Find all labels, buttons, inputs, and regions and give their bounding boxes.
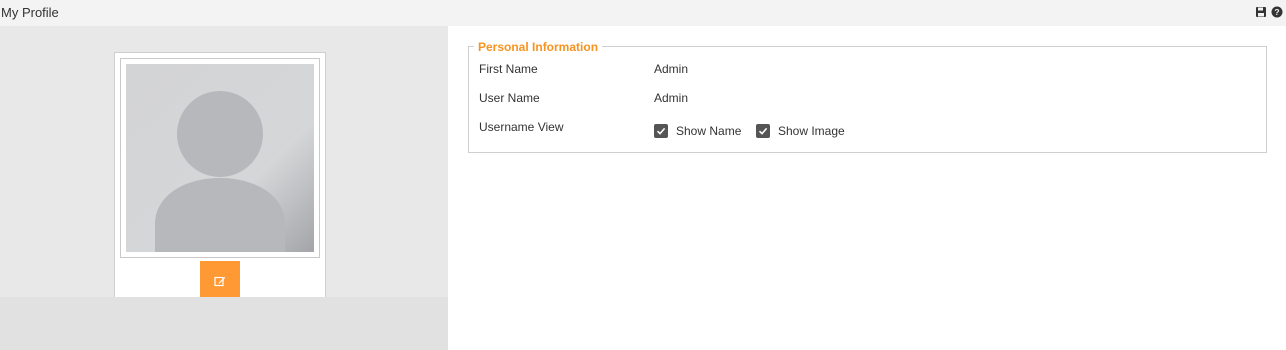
save-icon[interactable]: [1255, 6, 1267, 18]
profile-photo-frame: [120, 58, 320, 258]
show-name-label: Show Name: [676, 124, 742, 138]
user-silhouette-icon: [126, 64, 314, 252]
page-title: My Profile: [1, 5, 59, 20]
show-image-checkbox[interactable]: Show Image: [756, 124, 845, 138]
first-name-value: Admin: [654, 62, 689, 76]
profile-photo-card: [114, 52, 326, 307]
title-bar-actions: ?: [1255, 6, 1283, 18]
username-view-label: Username View: [479, 120, 564, 134]
personal-information-section: Personal Information First Name Admin Us…: [468, 40, 1267, 153]
show-name-checkbox[interactable]: Show Name: [654, 124, 741, 138]
profile-photo-pane: [0, 26, 448, 307]
svg-text:?: ?: [1274, 7, 1279, 17]
help-icon[interactable]: ?: [1271, 6, 1283, 18]
user-name-label: User Name: [479, 91, 540, 105]
left-pane-footer: [0, 297, 448, 350]
checkbox-checked-icon[interactable]: [756, 124, 770, 138]
first-name-label: First Name: [479, 62, 538, 76]
checkmark-icon: [656, 127, 666, 135]
edit-photo-button[interactable]: [200, 261, 240, 301]
title-bar: My Profile ?: [0, 0, 1286, 26]
checkmark-icon: [758, 127, 768, 135]
user-name-value: Admin: [654, 91, 689, 105]
checkbox-checked-icon[interactable]: [654, 124, 668, 138]
show-image-label: Show Image: [778, 124, 845, 138]
edit-icon: [214, 276, 226, 287]
section-legend: Personal Information: [474, 40, 603, 54]
